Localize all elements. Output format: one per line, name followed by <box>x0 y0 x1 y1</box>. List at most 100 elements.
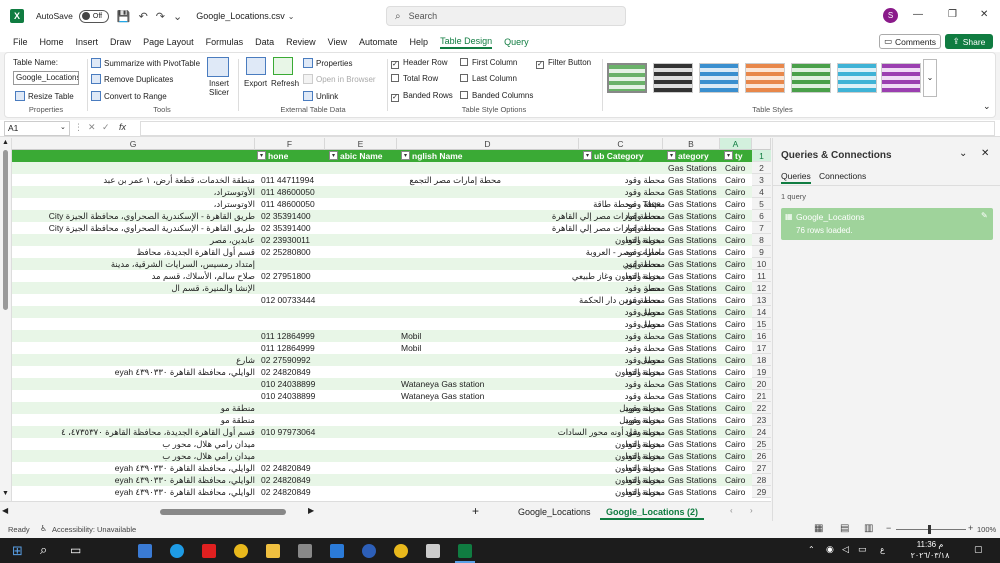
chevron-down-icon[interactable]: ⌄ <box>288 12 295 21</box>
header-cell-e[interactable]: abic Name <box>340 150 398 162</box>
cell-a[interactable]: Cairo <box>725 162 755 174</box>
cell-b[interactable]: Gas Stations <box>668 474 725 486</box>
tab-queries[interactable]: Queries <box>781 171 811 184</box>
table-style-orange[interactable] <box>745 63 785 93</box>
accessibility-icon[interactable]: ♿ <box>40 524 47 533</box>
row-header[interactable]: 25 <box>752 438 771 450</box>
refresh-button[interactable]: Refresh <box>271 79 299 88</box>
cell-c2[interactable]: محطة وقود <box>581 354 665 366</box>
cell-c2[interactable]: محطة وقود <box>581 282 665 294</box>
cell-c2[interactable]: محطة وقود <box>581 366 665 378</box>
row-header[interactable]: 10 <box>752 258 771 270</box>
cell-c2[interactable]: محطة وقود <box>581 174 665 186</box>
cell-f[interactable]: 011 12864999 <box>261 342 325 354</box>
cell-f[interactable] <box>261 450 325 462</box>
cell-a[interactable]: Cairo <box>725 390 755 402</box>
cell-c[interactable] <box>399 402 501 414</box>
cell-b[interactable]: Gas Stations <box>668 306 725 318</box>
cell-c[interactable] <box>399 258 501 270</box>
cell-a[interactable]: Cairo <box>725 438 755 450</box>
row-header[interactable]: 18 <box>752 354 771 366</box>
cell-g[interactable] <box>14 294 255 306</box>
cell-c[interactable] <box>399 210 501 222</box>
cell-c2[interactable]: محطة وقود <box>581 474 665 486</box>
cell-a[interactable]: Cairo <box>725 486 755 498</box>
cell-g[interactable]: ميدان رامي هلال، محور ب <box>14 450 255 462</box>
cell-c2[interactable]: محطة وقود <box>581 246 665 258</box>
cell-g[interactable]: قسم أول القاهرة الجديدة، محافظة القاهرة … <box>14 426 255 438</box>
filter-button-checkbox[interactable]: ✓ Filter Button <box>536 58 591 69</box>
search-icon[interactable]: ⌕ <box>40 542 47 558</box>
zoom-slider-thumb[interactable] <box>928 525 931 534</box>
cell-c[interactable] <box>399 342 501 354</box>
header-cell-b[interactable]: ategory <box>678 150 721 162</box>
row-header[interactable]: 12 <box>752 282 771 294</box>
cell-b[interactable]: Gas Stations <box>668 234 725 246</box>
row-header[interactable]: 8 <box>752 234 771 246</box>
cell-g[interactable]: إمتداد رمسيس، السرايات الشرقية، مدينة <box>14 258 255 270</box>
insert-function-icon[interactable]: fx <box>119 122 126 132</box>
cell-b[interactable]: Gas Stations <box>668 174 725 186</box>
cell-a[interactable]: Cairo <box>725 198 755 210</box>
total-row-checkbox[interactable]: Total Row <box>391 74 438 83</box>
cell-b[interactable]: Gas Stations <box>668 258 725 270</box>
row-header[interactable]: 28 <box>752 474 771 486</box>
row-header[interactable]: 11 <box>752 270 771 282</box>
filter-dropdown-icon[interactable]: ▾ <box>667 151 676 160</box>
table-style-green[interactable] <box>791 63 831 93</box>
normal-view-icon[interactable]: ▦ <box>814 523 823 534</box>
cell-f[interactable] <box>261 402 325 414</box>
cell-c2[interactable]: محطة وقود <box>581 258 665 270</box>
row-header[interactable]: 13 <box>752 294 771 306</box>
cell-c2[interactable]: محطة وقود <box>581 438 665 450</box>
cell-c2[interactable]: محطة وقود <box>581 402 665 414</box>
header-cell-f[interactable]: hone <box>268 150 324 162</box>
cell-g[interactable]: الأوتوستراد، <box>14 186 255 198</box>
filter-dropdown-icon[interactable]: ▾ <box>724 151 733 160</box>
cell-b[interactable]: Gas Stations <box>668 402 725 414</box>
share-button[interactable]: ⇪ Share <box>945 34 993 49</box>
row-header[interactable]: 17 <box>752 342 771 354</box>
file-explorer-icon[interactable] <box>266 544 280 558</box>
cell-c[interactable] <box>399 246 501 258</box>
cell-f[interactable] <box>261 438 325 450</box>
language-indicator[interactable]: ع <box>880 545 885 554</box>
cell-g[interactable]: شارع <box>14 354 255 366</box>
horizontal-scroll-thumb[interactable] <box>160 509 286 515</box>
file-name[interactable]: Google_Locations.csv <box>196 11 285 21</box>
wifi-icon[interactable]: ◉ <box>826 544 834 555</box>
cell-f[interactable]: 010 24038899 <box>261 390 325 402</box>
tab-query[interactable]: Query <box>504 37 529 47</box>
cell-f[interactable] <box>261 282 325 294</box>
query-edit-icon[interactable]: ✎ <box>981 211 988 220</box>
cell-c2[interactable]: محطة وقود <box>581 486 665 498</box>
cell-c[interactable] <box>399 162 501 174</box>
cell-c2[interactable]: محطة وقود <box>581 294 665 306</box>
cell-g[interactable]: منطقة مو <box>14 402 255 414</box>
row-header[interactable]: 4 <box>752 186 771 198</box>
cell-b[interactable]: Gas Stations <box>668 318 725 330</box>
banded-rows-checkbox[interactable]: ✓ Banded Rows <box>391 91 453 102</box>
scroll-thumb[interactable] <box>3 150 8 310</box>
cell-b[interactable]: Gas Stations <box>668 390 725 402</box>
cell-c[interactable] <box>399 306 501 318</box>
cell-c[interactable] <box>399 378 501 390</box>
table-style-green-selected[interactable] <box>607 63 647 93</box>
cell-a[interactable]: Cairo <box>725 294 755 306</box>
cell-a[interactable]: Cairo <box>725 330 755 342</box>
cell-a[interactable]: Cairo <box>725 222 755 234</box>
row-header[interactable]: 27 <box>752 462 771 474</box>
cell-a[interactable]: Cairo <box>725 210 755 222</box>
row-header[interactable]: 26 <box>752 450 771 462</box>
zoom-level[interactable]: 100% <box>977 525 996 534</box>
name-box-chevron-icon[interactable]: ⌄ <box>60 123 66 131</box>
panel-options-icon[interactable]: ⌄ <box>959 148 967 159</box>
row-header[interactable]: 2 <box>752 162 771 174</box>
cell-b[interactable]: Gas Stations <box>668 294 725 306</box>
sheet-tab-google-locations-2[interactable]: Google_Locations (2) <box>600 506 705 520</box>
cell-c[interactable] <box>399 426 501 438</box>
tab-formulas[interactable]: Formulas <box>206 37 244 47</box>
table-style-cyan[interactable] <box>837 63 877 93</box>
cell-g[interactable]: الوايلي، محافظة القاهرة ٤٣٩٠٣٣٠ eyah <box>14 462 255 474</box>
cell-c[interactable] <box>399 486 501 498</box>
